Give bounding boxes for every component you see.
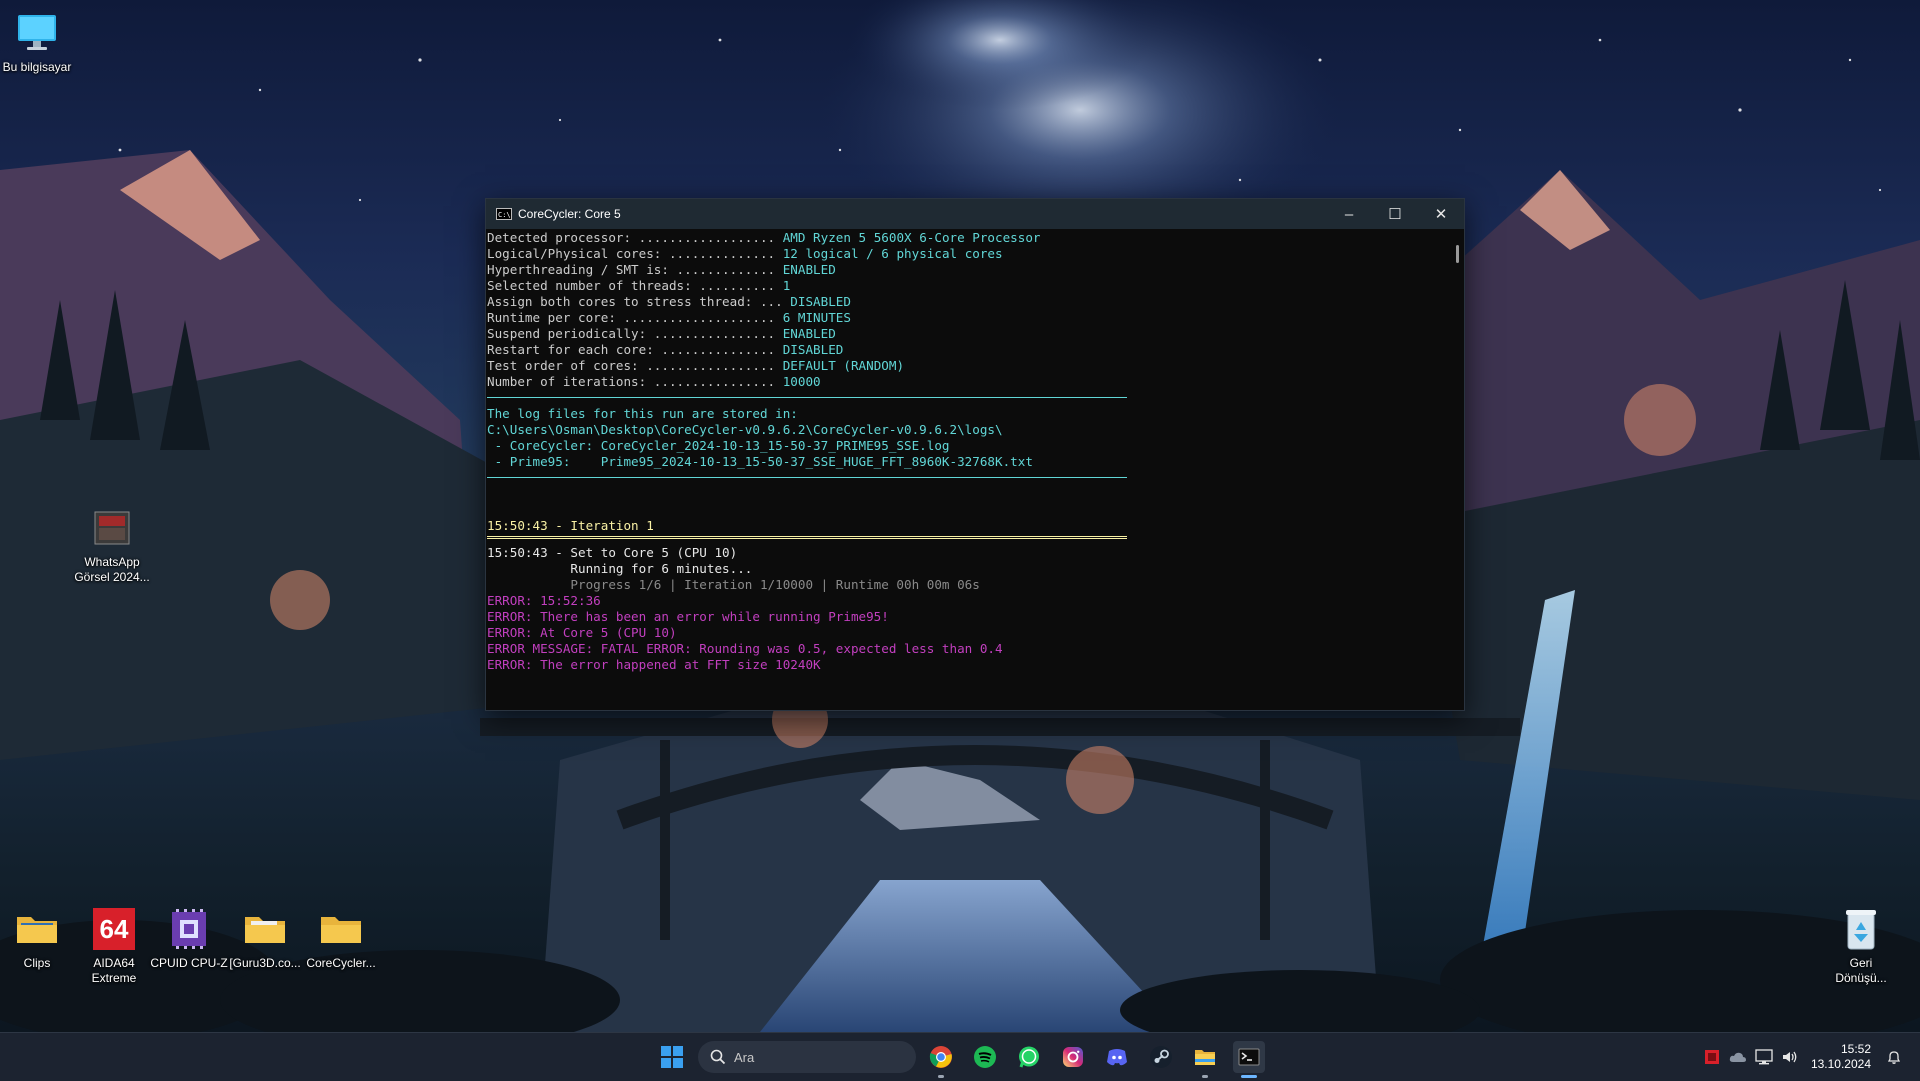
start-button[interactable]: [656, 1041, 688, 1073]
search-placeholder: Ara: [734, 1049, 755, 1065]
iteration-line: 15:50:43 - Iteration 1: [487, 518, 654, 533]
image-file-icon: [89, 505, 135, 551]
running-indicator: [1202, 1075, 1208, 1078]
desktop-icon-label: Clips: [23, 956, 51, 970]
taskbar: Ara 15:52 13.10.2024: [0, 1032, 1920, 1081]
desktop-icon-clips[interactable]: Clips: [0, 906, 78, 971]
set-core-line: 15:50:43 - Set to Core 5 (CPU 10): [487, 545, 738, 560]
taskbar-file-explorer[interactable]: [1189, 1041, 1221, 1078]
desktop-icon-aida64[interactable]: 64 AIDA64 Extreme: [73, 906, 155, 986]
desktop-icon-corecycler[interactable]: CoreCycler...: [300, 906, 382, 971]
console-line: Detected processor: .................. A…: [487, 230, 1041, 245]
console-line: Assign both cores to stress thread: ... …: [487, 294, 851, 309]
console-line: Restart for each core: ............... D…: [487, 342, 844, 357]
error-line: ERROR: 15:52:36: [487, 593, 601, 608]
folder-icon: [14, 906, 60, 952]
corecycler-window[interactable]: C:\ CoreCycler: Core 5 – ☐ ✕ Detected pr…: [485, 198, 1465, 711]
log-header: The log files for this run are stored in…: [487, 406, 798, 421]
window-title: CoreCycler: Core 5: [518, 207, 621, 221]
close-button[interactable]: ✕: [1418, 199, 1464, 229]
onedrive-icon[interactable]: [1726, 1045, 1750, 1069]
minimize-button[interactable]: –: [1326, 199, 1372, 229]
whatsapp-icon: [1019, 1046, 1039, 1068]
cmd-icon: C:\: [496, 208, 512, 220]
volume-icon[interactable]: [1778, 1045, 1802, 1069]
taskbar-instagram[interactable]: [1057, 1041, 1089, 1073]
error-line: ERROR MESSAGE: FATAL ERROR: Rounding was…: [487, 641, 1003, 656]
notification-bell-icon[interactable]: [1882, 1045, 1906, 1069]
taskbar-whatsapp[interactable]: [1013, 1041, 1045, 1073]
desktop-icon-label: [Guru3D.co...: [229, 956, 301, 970]
running-indicator: [1241, 1075, 1257, 1078]
log-path: C:\Users\Osman\Desktop\CoreCycler-v0.9.6…: [487, 422, 1003, 437]
desktop-icon-label: Geri Dönüşü...: [1835, 956, 1887, 985]
desktop-icon-cpuz[interactable]: CPUID CPU-Z: [148, 906, 230, 971]
progress-line: Progress 1/6 | Iteration 1/10000 | Runti…: [487, 577, 980, 592]
clock-date: 13.10.2024: [1810, 1057, 1871, 1071]
taskbar-discord[interactable]: [1101, 1041, 1133, 1073]
spotify-icon: [974, 1046, 996, 1068]
clock-time: 15:52: [1840, 1042, 1871, 1056]
aida64-badge: 64: [93, 908, 135, 950]
desktop-icon-label: AIDA64 Extreme: [91, 956, 137, 985]
terminal-icon: [1238, 1048, 1260, 1066]
running-line: Running for 6 minutes...: [487, 561, 753, 576]
search-icon: [710, 1049, 726, 1065]
instagram-icon: [1063, 1047, 1083, 1067]
desktop-icon-this-pc[interactable]: Bu bilgisayar: [0, 10, 78, 75]
taskbar-spotify[interactable]: [969, 1041, 1001, 1073]
desktop-icon-label: CoreCycler...: [306, 956, 376, 970]
taskbar-clock[interactable]: 15:52 13.10.2024: [1811, 1042, 1871, 1072]
desktop-icon-guru3d[interactable]: [Guru3D.co...: [224, 906, 306, 971]
console-output[interactable]: Detected processor: .................. A…: [486, 229, 1450, 710]
desktop-icon-recycle-bin[interactable]: Geri Dönüşü...: [1820, 906, 1902, 986]
desktop-icon-label: CPUID CPU-Z: [150, 956, 228, 970]
monitor-icon: [14, 10, 60, 56]
window-titlebar[interactable]: C:\ CoreCycler: Core 5 – ☐ ✕: [486, 199, 1464, 229]
console-line: Number of iterations: ................ 1…: [487, 374, 821, 389]
error-line: ERROR: The error happened at FFT size 10…: [487, 657, 821, 672]
console-line: Selected number of threads: .......... 1: [487, 278, 791, 293]
taskbar-terminal[interactable]: [1233, 1041, 1265, 1078]
file-explorer-icon: [1195, 1050, 1215, 1065]
desktop-icon-label: WhatsApp Görsel 2024...: [74, 555, 150, 584]
tray-app-icon[interactable]: [1700, 1045, 1724, 1069]
separator-line: [487, 536, 1127, 539]
separator-line: [487, 397, 1127, 398]
console-line: Logical/Physical cores: .............. 1…: [487, 246, 1003, 261]
network-icon[interactable]: [1752, 1045, 1776, 1069]
error-line: ERROR: There has been an error while run…: [487, 609, 889, 624]
taskbar-search[interactable]: Ara: [698, 1041, 916, 1073]
desktop: Bu bilgisayar WhatsApp Görsel 2024... Cl…: [0, 0, 1920, 1032]
aida64-icon: 64: [91, 906, 137, 952]
taskbar-chrome[interactable]: [925, 1041, 957, 1078]
log-prime95: - Prime95: Prime95_2024-10-13_15-50-37_S…: [487, 454, 1033, 469]
error-line: ERROR: At Core 5 (CPU 10): [487, 625, 677, 640]
system-tray: 15:52 13.10.2024: [1699, 1033, 1920, 1081]
recycle-bin-icon: [1838, 906, 1884, 952]
discord-icon: [1107, 1049, 1127, 1066]
maximize-button[interactable]: ☐: [1372, 199, 1418, 229]
console-line: Suspend periodically: ................ E…: [487, 326, 836, 341]
console-line: Test order of cores: ................. D…: [487, 358, 905, 373]
start-icon: [661, 1046, 683, 1068]
scrollbar-thumb[interactable]: [1456, 245, 1459, 263]
separator-line: [487, 477, 1127, 478]
chrome-icon: [929, 1046, 952, 1068]
folder-icon: [242, 906, 288, 952]
folder-icon: [318, 906, 364, 952]
cpuz-icon: [166, 906, 212, 952]
desktop-icon-whatsapp-image[interactable]: WhatsApp Görsel 2024...: [71, 505, 153, 585]
console-line: Hyperthreading / SMT is: ............. E…: [487, 262, 836, 277]
console-scrollbar[interactable]: [1450, 229, 1464, 710]
taskbar-steam[interactable]: [1145, 1041, 1177, 1073]
log-corecycler: - CoreCycler: CoreCycler_2024-10-13_15-5…: [487, 438, 950, 453]
svg-text:C:\: C:\: [498, 211, 511, 219]
console-line: Runtime per core: .................... 6…: [487, 310, 851, 325]
running-indicator: [938, 1075, 944, 1078]
desktop-icon-label: Bu bilgisayar: [2, 60, 72, 74]
steam-icon: [1150, 1046, 1172, 1068]
